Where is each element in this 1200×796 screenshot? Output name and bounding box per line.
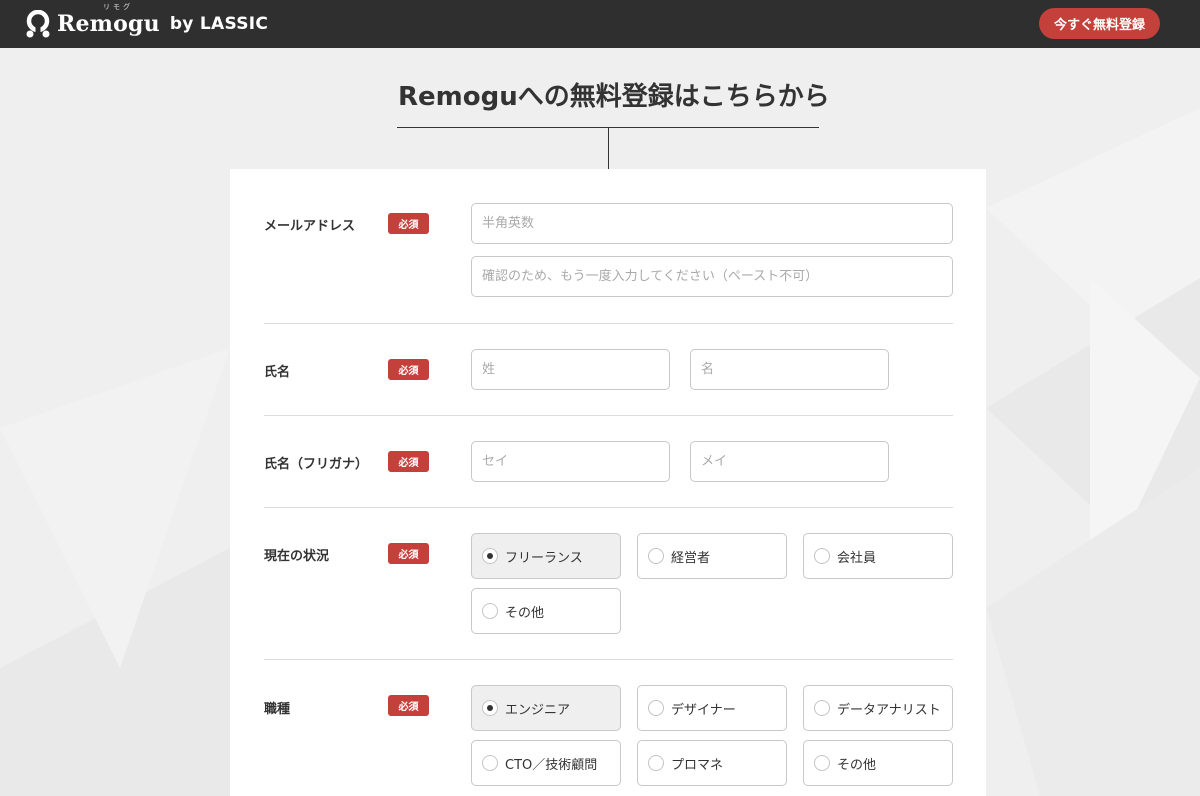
option-label: 経営者 xyxy=(671,550,711,566)
site-logo[interactable]: Remogu リモグ by LASSIC xyxy=(26,3,269,38)
status-option-employee[interactable]: 会社員 xyxy=(803,533,953,579)
email-confirm-field[interactable] xyxy=(471,256,953,297)
radio-icon xyxy=(814,700,830,716)
name-kana-label: 氏名（フリガナ） xyxy=(264,457,369,472)
radio-icon xyxy=(482,603,498,619)
status-required-badge: 必須 xyxy=(388,543,429,564)
divider xyxy=(264,323,953,324)
status-option-executive[interactable]: 経営者 xyxy=(637,533,787,579)
divider xyxy=(264,415,953,416)
logo-ruby: リモグ xyxy=(103,3,133,11)
logo-mark-icon xyxy=(26,10,50,38)
option-label: プロマネ xyxy=(671,757,724,773)
top-header: Remogu リモグ by LASSIC 今すぐ無料登録 xyxy=(0,0,1200,48)
name-kana-required-badge: 必須 xyxy=(388,451,429,472)
name-required-badge: 必須 xyxy=(388,359,429,380)
logo-wordmark: Remogu xyxy=(57,11,160,37)
occupation-required-badge: 必須 xyxy=(388,695,429,716)
radio-icon xyxy=(814,755,830,771)
status-label: 現在の状況 xyxy=(264,549,330,564)
option-label: エンジニア xyxy=(505,702,571,718)
radio-selected-icon xyxy=(482,548,498,564)
option-label: その他 xyxy=(505,605,545,621)
email-label: メールアドレス xyxy=(264,219,356,234)
occupation-option-data-analyst[interactable]: データアナリスト xyxy=(803,685,953,731)
page-title: Remoguへの無料登録はこちらから xyxy=(398,82,830,112)
radio-icon xyxy=(648,755,664,771)
occupation-option-designer[interactable]: デザイナー xyxy=(637,685,787,731)
logo-by-lassic: by LASSIC xyxy=(169,14,269,34)
option-label: 会社員 xyxy=(837,550,877,566)
divider xyxy=(264,659,953,660)
radio-icon xyxy=(648,700,664,716)
radio-icon xyxy=(814,548,830,564)
option-label: フリーランス xyxy=(505,550,583,566)
last-name-kana-field[interactable] xyxy=(471,441,670,482)
title-connector xyxy=(608,127,609,169)
option-label: CTO／技術顧問 xyxy=(505,757,598,773)
occupation-option-other[interactable]: その他 xyxy=(803,740,953,786)
logo-text: Remogu リモグ xyxy=(57,3,160,37)
first-name-field[interactable] xyxy=(690,349,889,390)
last-name-field[interactable] xyxy=(471,349,670,390)
status-option-freelance[interactable]: フリーランス xyxy=(471,533,621,579)
occupation-option-engineer[interactable]: エンジニア xyxy=(471,685,621,731)
occupation-option-cto[interactable]: CTO／技術顧問 xyxy=(471,740,621,786)
radio-selected-icon xyxy=(482,700,498,716)
registration-form: メールアドレス 必須 氏名 必須 氏名（フリガナ） 必須 現在の状況 必須 フリ… xyxy=(230,169,986,796)
option-label: データアナリスト xyxy=(837,702,941,718)
occupation-label: 職種 xyxy=(264,702,291,717)
radio-icon xyxy=(482,755,498,771)
status-option-other[interactable]: その他 xyxy=(471,588,621,634)
first-name-kana-field[interactable] xyxy=(690,441,889,482)
radio-icon xyxy=(648,548,664,564)
occupation-option-project-manager[interactable]: プロマネ xyxy=(637,740,787,786)
name-label: 氏名 xyxy=(264,365,291,380)
divider xyxy=(264,507,953,508)
email-required-badge: 必須 xyxy=(388,213,429,234)
email-field[interactable] xyxy=(471,203,953,244)
option-label: その他 xyxy=(837,757,877,773)
free-register-button[interactable]: 今すぐ無料登録 xyxy=(1039,8,1160,39)
option-label: デザイナー xyxy=(671,702,736,718)
